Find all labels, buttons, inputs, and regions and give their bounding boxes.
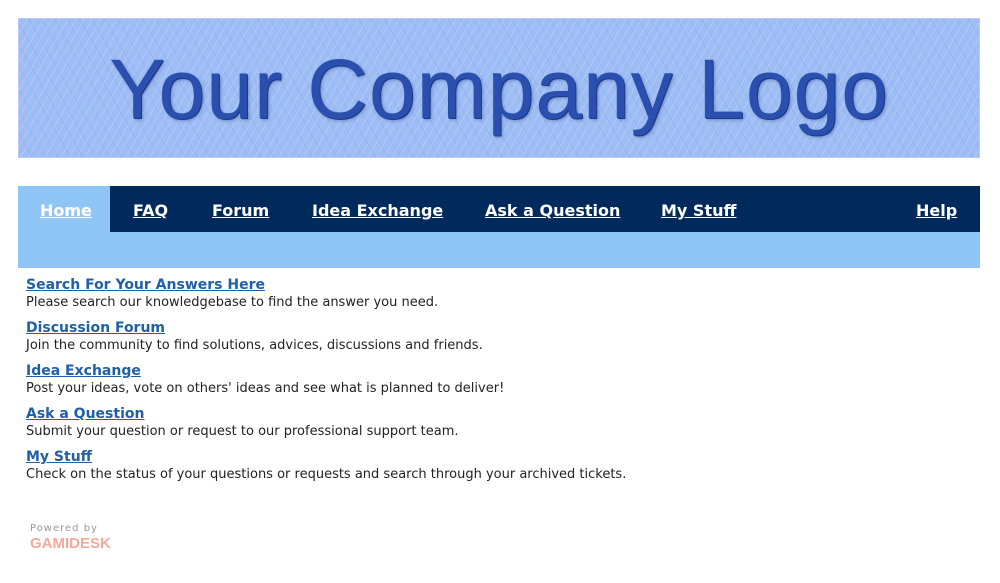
- tab-forum[interactable]: Forum: [212, 186, 269, 232]
- portal-content: Search For Your Answers Here Please sear…: [26, 277, 966, 492]
- company-logo-text: Your Company Logo: [109, 42, 889, 136]
- search-answers-link[interactable]: Search For Your Answers Here: [26, 277, 966, 294]
- list-item: My Stuff Check on the status of your que…: [26, 449, 966, 483]
- tab-my-stuff[interactable]: My Stuff: [661, 186, 736, 232]
- tab-ask-a-question[interactable]: Ask a Question: [485, 186, 620, 232]
- tab-idea-exchange[interactable]: Idea Exchange: [312, 186, 443, 232]
- discussion-forum-description: Join the community to find solutions, ad…: [26, 338, 483, 353]
- company-logo-banner: Your Company Logo: [18, 18, 980, 158]
- discussion-forum-link[interactable]: Discussion Forum: [26, 320, 966, 337]
- nav-tab-bar: Home FAQ Forum Idea Exchange Ask a Quest…: [18, 186, 980, 232]
- list-item: Idea Exchange Post your ideas, vote on o…: [26, 363, 966, 397]
- search-answers-description: Please search our knowledgebase to find …: [26, 295, 439, 310]
- powered-by-label: Powered by: [30, 523, 98, 534]
- vendor-logo: GAMIDESK: [30, 535, 111, 552]
- idea-exchange-description: Post your ideas, vote on others' ideas a…: [26, 381, 505, 396]
- tab-faq[interactable]: FAQ: [133, 186, 168, 232]
- ask-a-question-link[interactable]: Ask a Question: [26, 406, 966, 423]
- list-item: Ask a Question Submit your question or r…: [26, 406, 966, 440]
- ask-a-question-description: Submit your question or request to our p…: [26, 424, 459, 439]
- list-item: Discussion Forum Join the community to f…: [26, 320, 966, 354]
- idea-exchange-link[interactable]: Idea Exchange: [26, 363, 966, 380]
- tab-help[interactable]: Help: [916, 186, 957, 232]
- list-item: Search For Your Answers Here Please sear…: [26, 277, 966, 311]
- powered-by-badge[interactable]: Powered by GAMIDESK: [30, 523, 140, 557]
- tab-home[interactable]: Home: [18, 186, 110, 232]
- my-stuff-link[interactable]: My Stuff: [26, 449, 966, 466]
- main-navigation: Home FAQ Forum Idea Exchange Ask a Quest…: [18, 186, 980, 268]
- my-stuff-description: Check on the status of your questions or…: [26, 467, 627, 482]
